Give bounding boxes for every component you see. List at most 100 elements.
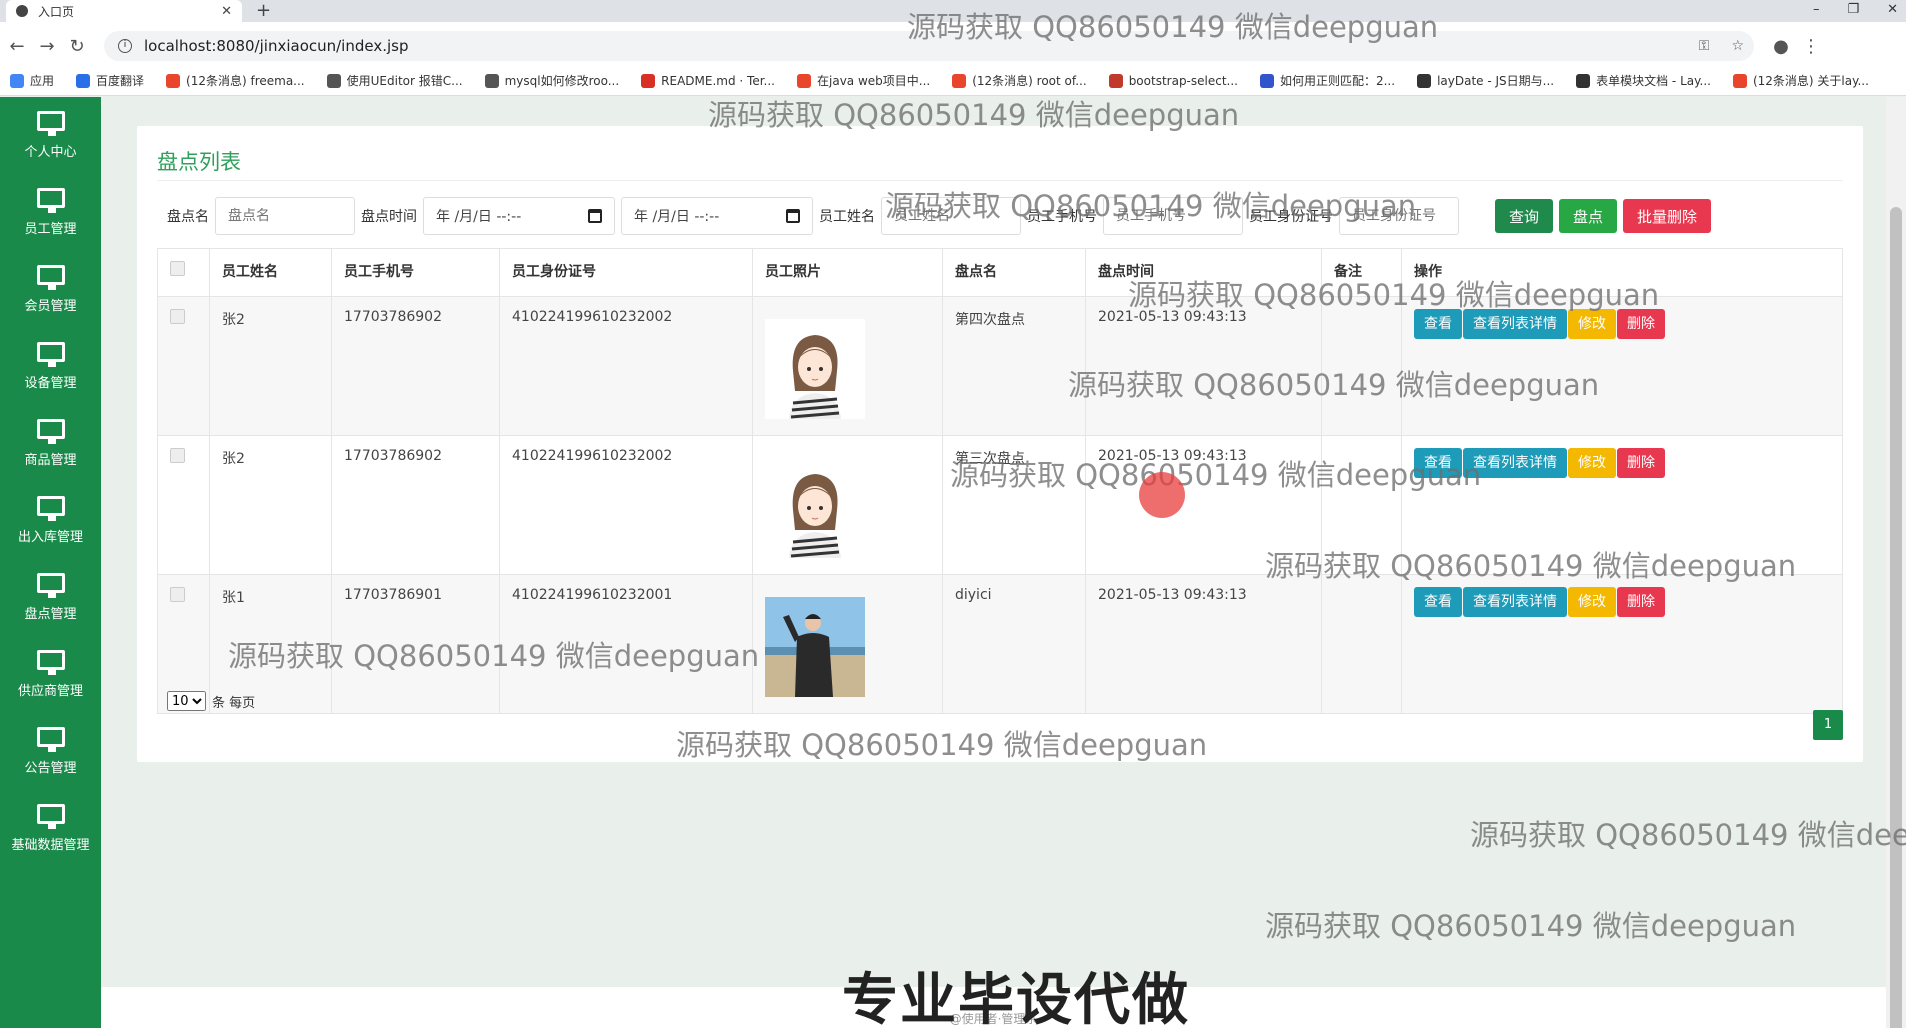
bookmark-item[interactable]: bootstrap-select... (1108, 73, 1238, 88)
sidebar-item[interactable]: 设备管理 (0, 328, 101, 405)
delete-button[interactable]: 删除 (1617, 587, 1665, 617)
site-info-icon[interactable]: i (118, 39, 132, 53)
query-button[interactable]: 查询 (1495, 199, 1554, 233)
page-scrollbar[interactable] (1886, 97, 1906, 1028)
minimize-button[interactable]: – (1813, 0, 1820, 20)
view-detail-button[interactable]: 查看列表详情 (1463, 587, 1567, 617)
calendar-icon[interactable] (786, 209, 800, 223)
tab-close-icon[interactable]: ✕ (221, 4, 232, 19)
bookmark-item[interactable]: mysql如何修改roo... (484, 72, 620, 89)
sidebar-item[interactable]: 商品管理 (0, 405, 101, 482)
end-date-input[interactable]: 年 /月/日 --:-- (621, 197, 813, 235)
view-button[interactable]: 查看 (1414, 448, 1462, 478)
table-header-row: 员工姓名 员工手机号 员工身份证号 员工照片 盘点名 盘点时间 备注 操作 (157, 248, 1843, 297)
check-name-label: 盘点名 (167, 209, 209, 225)
employee-photo-cell (752, 435, 943, 575)
inventory-list-panel: 盘点列表 盘点名 盘点时间 年 /月/日 --:-- 年 /月/日 --:-- … (137, 126, 1863, 762)
restore-button[interactable]: ❐ (1847, 0, 1859, 20)
bookmark-item[interactable]: 百度翻译 (76, 72, 144, 89)
sidebar-item-label: 设备管理 (24, 376, 77, 391)
row-checkbox[interactable] (170, 448, 185, 463)
reload-icon[interactable]: ↻ (64, 36, 90, 57)
check-name-cell: diyici (942, 574, 1086, 714)
employee-name-input[interactable] (881, 197, 1021, 235)
view-detail-button[interactable]: 查看列表详情 (1463, 309, 1567, 339)
bookmark-icon (166, 73, 181, 88)
bookmark-label: 在java web项目中... (817, 74, 931, 88)
check-name-cell: 第四次盘点 (942, 296, 1086, 436)
delete-button[interactable]: 删除 (1617, 309, 1665, 339)
inventory-button[interactable]: 盘点 (1559, 199, 1618, 233)
bookmark-item[interactable]: 在java web项目中... (797, 72, 930, 89)
select-all-checkbox[interactable] (170, 261, 185, 276)
bookmark-item[interactable]: README.md · Ter... (641, 73, 775, 88)
bookmark-item[interactable]: 应用 (10, 72, 54, 89)
bookmark-label: README.md · Ter... (661, 73, 775, 88)
bookmark-label: (12条消息) 关于lay... (1752, 74, 1869, 88)
back-icon[interactable]: ← (4, 36, 30, 57)
sidebar-item[interactable]: 个人中心 (0, 97, 101, 174)
start-date-input[interactable]: 年 /月/日 --:-- (423, 197, 615, 235)
url-field[interactable]: i localhost:8080/jinxiaocun/index.jsp ⚿ … (104, 31, 1754, 61)
view-button[interactable]: 查看 (1414, 587, 1462, 617)
bookmark-item[interactable]: (12条消息) freema... (166, 72, 305, 89)
bookmark-item[interactable]: (12条消息) root of... (952, 72, 1087, 89)
monitor-icon (36, 265, 65, 290)
edit-button[interactable]: 修改 (1568, 448, 1616, 478)
bookmark-item[interactable]: 使用UEditor 报错C... (326, 72, 463, 89)
view-detail-button[interactable]: 查看列表详情 (1463, 448, 1567, 478)
bookmark-item[interactable]: 表单模块文档 - Lay... (1576, 72, 1711, 89)
forward-icon[interactable]: → (34, 36, 60, 57)
note-cell (1321, 435, 1402, 575)
sidebar-item[interactable]: 出入库管理 (0, 482, 101, 559)
bookmark-label: mysql如何修改roo... (504, 74, 620, 88)
page-size-select[interactable]: 10 (167, 691, 206, 711)
row-checkbox[interactable] (170, 587, 185, 602)
batch-delete-button[interactable]: 批量删除 (1623, 199, 1712, 233)
sidebar-item[interactable]: 员工管理 (0, 174, 101, 251)
view-button[interactable]: 查看 (1414, 309, 1462, 339)
employee-idcard-input[interactable] (1339, 197, 1459, 235)
bookmark-item[interactable]: 如何用正则匹配：2... (1259, 72, 1395, 89)
employee-photo-cell (752, 296, 943, 436)
sidebar-item-label: 盘点管理 (24, 607, 77, 622)
sidebar-item[interactable]: 供应商管理 (0, 636, 101, 713)
sidebar-item[interactable]: 公告管理 (0, 713, 101, 790)
bookmark-label: 应用 (30, 74, 55, 88)
check-name-cell: 第三次盘点 (942, 435, 1086, 575)
actions-cell: 查看 查看列表详情 修改 删除 (1401, 574, 1843, 714)
menu-icon[interactable]: ⋮ (1798, 36, 1824, 57)
edit-button[interactable]: 修改 (1568, 587, 1616, 617)
profile-icon[interactable]: ● (1768, 36, 1794, 57)
employee-idcard-cell: 410224199610232002 (499, 435, 753, 575)
sidebar-item-label: 个人中心 (24, 145, 77, 160)
bookmark-icon (10, 73, 24, 88)
bookmark-item[interactable]: (12条消息) 关于lay... (1732, 72, 1869, 89)
key-icon[interactable]: ⚿ (1699, 38, 1710, 54)
bookmark-item[interactable]: layDate - JS日期与... (1417, 72, 1554, 89)
row-checkbox[interactable] (170, 309, 185, 324)
new-tab-button[interactable]: + (256, 0, 271, 22)
calendar-icon[interactable] (588, 209, 602, 223)
bookmark-icon (484, 73, 499, 88)
bookmark-label: 百度翻译 (96, 74, 145, 88)
scrollbar-thumb[interactable] (1890, 207, 1902, 1028)
page-1-button[interactable]: 1 (1813, 710, 1843, 740)
edit-button[interactable]: 修改 (1568, 309, 1616, 339)
bookmark-icon (1108, 73, 1123, 88)
star-icon[interactable]: ☆ (1731, 38, 1744, 54)
browser-tab[interactable]: 入口页 ✕ (6, 0, 242, 22)
delete-button[interactable]: 删除 (1617, 448, 1665, 478)
sidebar-item[interactable]: 基础数据管理 (0, 790, 101, 867)
close-window-button[interactable]: ✕ (1887, 0, 1898, 20)
check-time-cell: 2021-05-13 09:43:13 (1085, 435, 1322, 575)
per-page-label: 条 每页 (212, 695, 256, 711)
check-time-cell: 2021-05-13 09:43:13 (1085, 296, 1322, 436)
employee-photo-cell (752, 574, 943, 714)
sidebar-item[interactable]: 会员管理 (0, 251, 101, 328)
monitor-icon (36, 342, 65, 367)
employee-phone-input[interactable] (1103, 197, 1243, 235)
col-employee-phone: 员工手机号 (331, 248, 500, 297)
sidebar-item[interactable]: 盘点管理 (0, 559, 101, 636)
check-name-input[interactable] (215, 197, 355, 235)
